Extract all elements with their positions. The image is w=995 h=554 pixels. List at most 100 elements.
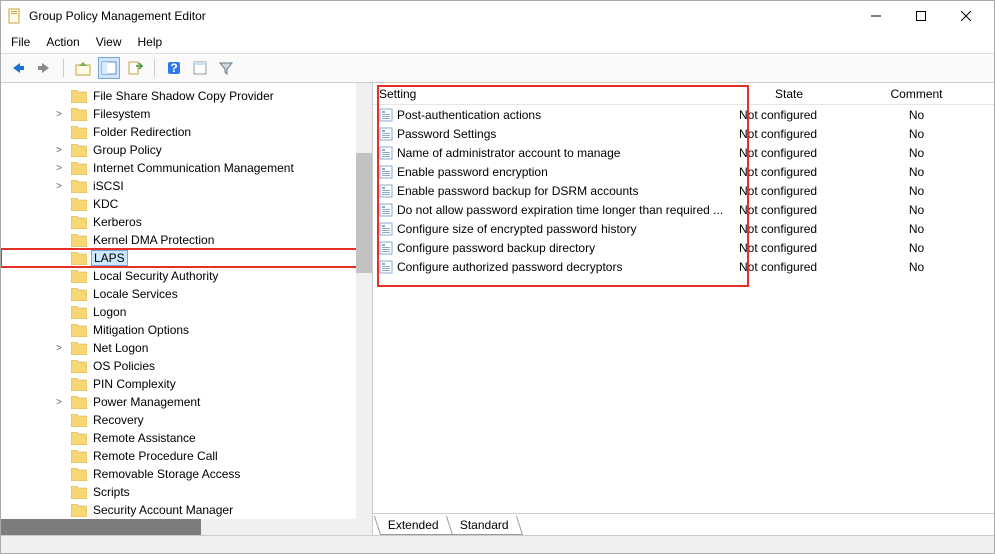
vertical-scrollbar[interactable] (356, 83, 372, 519)
menu-bar: File Action View Help (1, 31, 994, 54)
maximize-button[interactable] (898, 2, 943, 30)
tree-item[interactable]: > Power Management (1, 393, 372, 411)
tab-extended[interactable]: Extended (374, 516, 453, 535)
settings-panel: Setting State Comment Post-authenticatio… (373, 83, 994, 535)
setting-name: Configure authorized password decryptors (397, 260, 739, 274)
tree-item[interactable]: PIN Complexity (1, 375, 372, 393)
tree-item-label: KDC (91, 197, 120, 211)
toolbar-separator (63, 59, 64, 77)
tree-item-label: Recovery (91, 413, 146, 427)
tree-item[interactable]: >Net Logon (1, 339, 372, 357)
filter-button[interactable] (215, 57, 237, 79)
properties-button[interactable] (189, 57, 211, 79)
help-button[interactable]: ? (163, 57, 185, 79)
setting-state: Not configured (739, 108, 839, 122)
tree-item-label: Internet Communication Management (91, 161, 296, 175)
tree-view[interactable]: File Share Shadow Copy Provider > Filesyst… (1, 83, 372, 519)
tree-item[interactable]: Recovery (1, 411, 372, 429)
expander-icon[interactable]: > (53, 181, 65, 192)
menu-action[interactable]: Action (46, 35, 79, 49)
tree-item[interactable]: Local Security Authority (1, 267, 372, 285)
forward-button[interactable] (33, 57, 55, 79)
column-state[interactable]: State (739, 87, 839, 101)
setting-comment: No (839, 222, 994, 236)
setting-row[interactable]: Enable password backup for DSRM accounts… (373, 181, 994, 200)
tree-item-label: Filesystem (91, 107, 152, 121)
status-bar (1, 535, 994, 553)
tree-item[interactable]: Kernel DMA Protection (1, 231, 372, 249)
scrollbar-thumb[interactable] (356, 153, 372, 273)
back-button[interactable] (7, 57, 29, 79)
tree-item[interactable]: >iSCSI (1, 177, 372, 195)
tree-item-label: Mitigation Options (91, 323, 191, 337)
tree-item[interactable]: Scripts (1, 483, 372, 501)
tree-item[interactable]: > Filesystem (1, 105, 372, 123)
column-comment[interactable]: Comment (839, 87, 994, 101)
tab-standard[interactable]: Standard (446, 516, 523, 535)
setting-row[interactable]: Post-authentication actionsNot configure… (373, 105, 994, 124)
setting-row[interactable]: Configure size of encrypted password his… (373, 219, 994, 238)
expander-icon[interactable]: > (53, 145, 65, 156)
menu-view[interactable]: View (96, 35, 122, 49)
show-hide-tree-button[interactable] (98, 57, 120, 79)
tab-strip: Extended Standard (373, 513, 994, 535)
tree-item[interactable]: OS Policies (1, 357, 372, 375)
expander-icon[interactable]: > (53, 163, 65, 174)
minimize-button[interactable] (853, 2, 898, 30)
column-headers: Setting State Comment (373, 83, 994, 105)
setting-comment: No (839, 203, 994, 217)
setting-state: Not configured (739, 203, 839, 217)
setting-name: Name of administrator account to manage (397, 146, 739, 160)
setting-name: Enable password encryption (397, 165, 739, 179)
setting-row[interactable]: Configure authorized password decryptors… (373, 257, 994, 276)
expander-icon[interactable]: > (53, 109, 65, 120)
tree-item[interactable]: Removable Storage Access (1, 465, 372, 483)
setting-state: Not configured (739, 241, 839, 255)
setting-row[interactable]: Configure password backup directoryNot c… (373, 238, 994, 257)
tree-item-label: Scripts (91, 485, 132, 499)
setting-state: Not configured (739, 165, 839, 179)
setting-state: Not configured (739, 146, 839, 160)
toolbar: ? (1, 54, 994, 83)
expander-icon[interactable]: > (53, 343, 65, 354)
menu-file[interactable]: File (11, 35, 30, 49)
horizontal-scrollbar[interactable] (1, 519, 372, 535)
tree-item-label: Local Security Authority (91, 269, 220, 283)
tree-item[interactable]: Security Account Manager (1, 501, 372, 519)
setting-row[interactable]: Enable password encryptionNot configured… (373, 162, 994, 181)
tree-item[interactable]: Logon (1, 303, 372, 321)
tree-item-label: Kerberos (91, 215, 144, 229)
setting-comment: No (839, 241, 994, 255)
setting-comment: No (839, 165, 994, 179)
tree-item[interactable]: Remote Assistance (1, 429, 372, 447)
app-icon (7, 8, 23, 24)
setting-row[interactable]: Do not allow password expiration time lo… (373, 200, 994, 219)
setting-comment: No (839, 184, 994, 198)
up-button[interactable] (72, 57, 94, 79)
setting-name: Do not allow password expiration time lo… (397, 203, 739, 217)
tree-item[interactable]: Remote Procedure Call (1, 447, 372, 465)
tree-item[interactable]: File Share Shadow Copy Provider (1, 87, 372, 105)
tree-item-label: Locale Services (91, 287, 180, 301)
setting-row[interactable]: Password SettingsNot configuredNo (373, 124, 994, 143)
tree-item[interactable]: LAPS (1, 249, 372, 267)
scrollbar-thumb[interactable] (1, 519, 201, 535)
menu-help[interactable]: Help (138, 35, 163, 49)
expander-icon[interactable]: > (53, 397, 65, 408)
tree-item[interactable]: Mitigation Options (1, 321, 372, 339)
tree-item[interactable]: >Group Policy (1, 141, 372, 159)
tree-item[interactable]: Folder Redirection (1, 123, 372, 141)
setting-name: Configure size of encrypted password his… (397, 222, 739, 236)
tree-item[interactable]: Locale Services (1, 285, 372, 303)
close-button[interactable] (943, 2, 988, 30)
tree-item[interactable]: > Internet Communication Management (1, 159, 372, 177)
setting-row[interactable]: Name of administrator account to manageN… (373, 143, 994, 162)
tree-item-label: Power Management (91, 395, 202, 409)
tree-item-label: Logon (91, 305, 128, 319)
tree-item[interactable]: Kerberos (1, 213, 372, 231)
tree-item-label: Folder Redirection (91, 125, 193, 139)
column-setting[interactable]: Setting (379, 87, 739, 101)
export-button[interactable] (124, 57, 146, 79)
setting-name: Password Settings (397, 127, 739, 141)
tree-item[interactable]: KDC (1, 195, 372, 213)
